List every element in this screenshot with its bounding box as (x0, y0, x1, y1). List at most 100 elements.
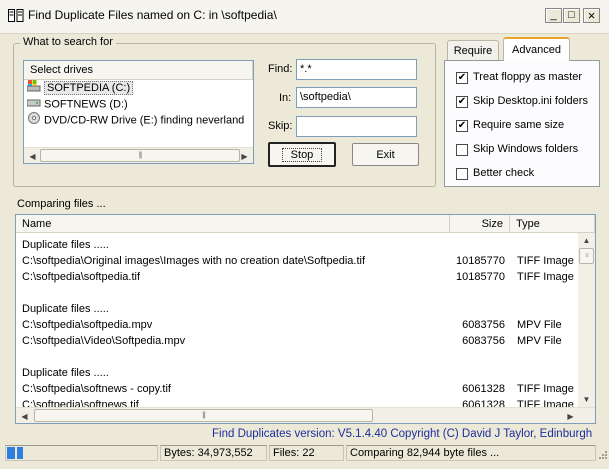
cell-size: 6061328 (462, 383, 505, 395)
drive-item[interactable]: DVD/CD-RW Drive (E:) finding neverland (24, 112, 253, 128)
cell-type: MPV File (517, 335, 562, 347)
cell-size: 6083756 (462, 319, 505, 331)
skip-label: Skip: (268, 120, 293, 132)
cell-name: C:\softpedia\Video\Softpedia.mpv (22, 335, 186, 347)
cell-name: Duplicate files ..... (22, 239, 109, 251)
tab-require[interactable]: Require (447, 40, 499, 60)
scroll-up-icon[interactable]: ▲ (579, 233, 594, 247)
column-header-type[interactable]: Type (510, 215, 595, 233)
table-row[interactable]: C:\softpedia\Video\Softpedia.mpv 6083756 M… (16, 333, 579, 349)
results-vscrollbar[interactable]: ▲ ≡ ▼ (578, 233, 595, 407)
folder-input[interactable]: \softpedia\ (296, 87, 417, 108)
scroll-left-icon[interactable]: ◀ (17, 409, 32, 423)
check-icon: ✔ (457, 96, 467, 107)
option-label: Skip Desktop.ini folders (473, 95, 588, 107)
status-files: Files: 22 (269, 445, 344, 461)
option-checkbox[interactable] (456, 144, 468, 156)
app-icon (8, 9, 24, 23)
close-icon: × (587, 8, 596, 23)
close-button[interactable]: × (583, 8, 600, 23)
status-bytes: Bytes: 34,973,552 (160, 445, 267, 461)
minimize-icon: _ (550, 9, 557, 21)
cell-type: MPV File (517, 319, 562, 331)
scroll-left-icon[interactable]: ◀ (25, 149, 40, 163)
results-hscrollbar[interactable]: ◀ ||| ▶ (16, 407, 595, 423)
skip-input[interactable] (296, 116, 417, 137)
option-checkbox[interactable]: ✔ (456, 72, 468, 84)
column-header-size[interactable]: Size (450, 215, 510, 233)
drives-list[interactable]: Select drives SOFTPEDIA (C:) SOFTNEWS (D… (23, 60, 254, 164)
table-row[interactable]: C:\softpedia\Original images\Images with… (16, 253, 579, 269)
scroll-thumb[interactable]: ||| (34, 409, 373, 422)
exit-button[interactable]: Exit (352, 143, 419, 166)
version-text: Find Duplicates version: V5.1.4.40 Copyr… (212, 428, 593, 440)
progress-bar (5, 445, 158, 461)
check-icon: ✔ (457, 72, 467, 83)
option-checkbox[interactable] (456, 168, 468, 180)
cell-size: 6083756 (462, 335, 505, 347)
progress-fill (7, 447, 24, 459)
table-row[interactable]: C:\softpedia\softpedia.mpv 6083756 MPV Fil… (16, 317, 579, 333)
cell-type: TIFF Image (517, 383, 574, 395)
option-label: Skip Windows folders (473, 143, 579, 155)
option-label: Better check (473, 167, 535, 179)
optical-drive-icon (27, 112, 41, 129)
advanced-tab-panel: ✔ Treat floppy as master ✔ Skip Desktop.… (444, 60, 600, 187)
find-label: Find: (268, 63, 293, 75)
table-row[interactable] (16, 349, 579, 365)
table-row[interactable]: Duplicate files ..... (16, 365, 579, 381)
find-input[interactable]: *.* (296, 59, 417, 80)
cell-size: 10185770 (456, 271, 505, 283)
hard-drive-icon (26, 80, 41, 97)
cell-type: TIFF Image (517, 271, 574, 283)
table-row[interactable]: Duplicate files ..... (16, 301, 579, 317)
results-list[interactable]: Name Size Type Duplicate files ..... C:\s… (15, 214, 596, 424)
option-checkbox[interactable]: ✔ (456, 120, 468, 132)
cell-name: C:\softpedia\softpedia.mpv (22, 319, 153, 331)
tab-require-label: Require (453, 44, 493, 57)
hard-drive-icon (26, 96, 41, 113)
results-caption: Comparing files ... (17, 198, 106, 210)
option-checkbox[interactable]: ✔ (456, 96, 468, 108)
cell-name: C:\softpedia\softnews - copy.tif (22, 383, 171, 395)
drive-label: SOFTPEDIA (C:) (44, 81, 134, 96)
drive-item[interactable]: SOFTPEDIA (C:) (24, 80, 253, 96)
drive-label: DVD/CD-RW Drive (E:) finding neverland (44, 114, 245, 127)
table-row[interactable]: C:\softpedia\softpedia.tif 10185770 TIFF I… (16, 269, 579, 285)
drive-item[interactable]: SOFTNEWS (D:) (24, 96, 253, 112)
scroll-down-icon[interactable]: ▼ (579, 392, 594, 406)
exit-button-label: Exit (376, 148, 395, 161)
table-row[interactable]: Duplicate files ..... (16, 237, 579, 253)
cell-name: Duplicate files ..... (22, 303, 109, 315)
stop-button[interactable]: Stop (268, 142, 336, 167)
drives-list-header: Select drives (24, 61, 253, 80)
resize-grip-icon[interactable] (596, 450, 608, 462)
maximize-icon: □ (568, 9, 575, 21)
cell-name: C:\softpedia\softpedia.tif (22, 271, 141, 283)
scroll-right-icon[interactable]: ▶ (237, 149, 252, 163)
title-bar[interactable]: Find Duplicate Files named on C: in \sof… (0, 0, 609, 34)
cell-type: TIFF Image (517, 255, 574, 267)
status-message: Comparing 82,944 byte files ... (346, 445, 596, 461)
option-label: Require same size (473, 119, 565, 131)
stop-button-label: Stop (281, 147, 323, 162)
minimize-button[interactable]: _ (545, 8, 562, 23)
maximize-button[interactable]: □ (563, 8, 580, 23)
window-title: Find Duplicate Files named on C: in \sof… (28, 8, 277, 22)
scroll-thumb[interactable]: ≡ (579, 248, 594, 264)
drive-label: SOFTNEWS (D:) (44, 98, 128, 111)
drives-hscrollbar[interactable]: ◀ ||| ▶ (24, 147, 253, 163)
cell-name: Duplicate files ..... (22, 367, 109, 379)
check-icon: ✔ (457, 120, 467, 131)
search-group-legend: What to search for (20, 36, 116, 48)
scroll-right-icon[interactable]: ▶ (563, 409, 578, 423)
tab-advanced-label: Advanced (512, 44, 561, 56)
table-row[interactable] (16, 285, 579, 301)
scroll-thumb[interactable]: ||| (40, 149, 240, 162)
cell-size: 10185770 (456, 255, 505, 267)
option-label: Treat floppy as master (473, 71, 583, 83)
table-row[interactable]: C:\softpedia\softnews - copy.tif 6061328 T… (16, 381, 579, 397)
column-header-name[interactable]: Name (16, 215, 450, 233)
results-rows: Duplicate files ..... C:\softpedia\Origin… (16, 237, 579, 413)
tab-advanced[interactable]: Advanced (503, 37, 570, 61)
